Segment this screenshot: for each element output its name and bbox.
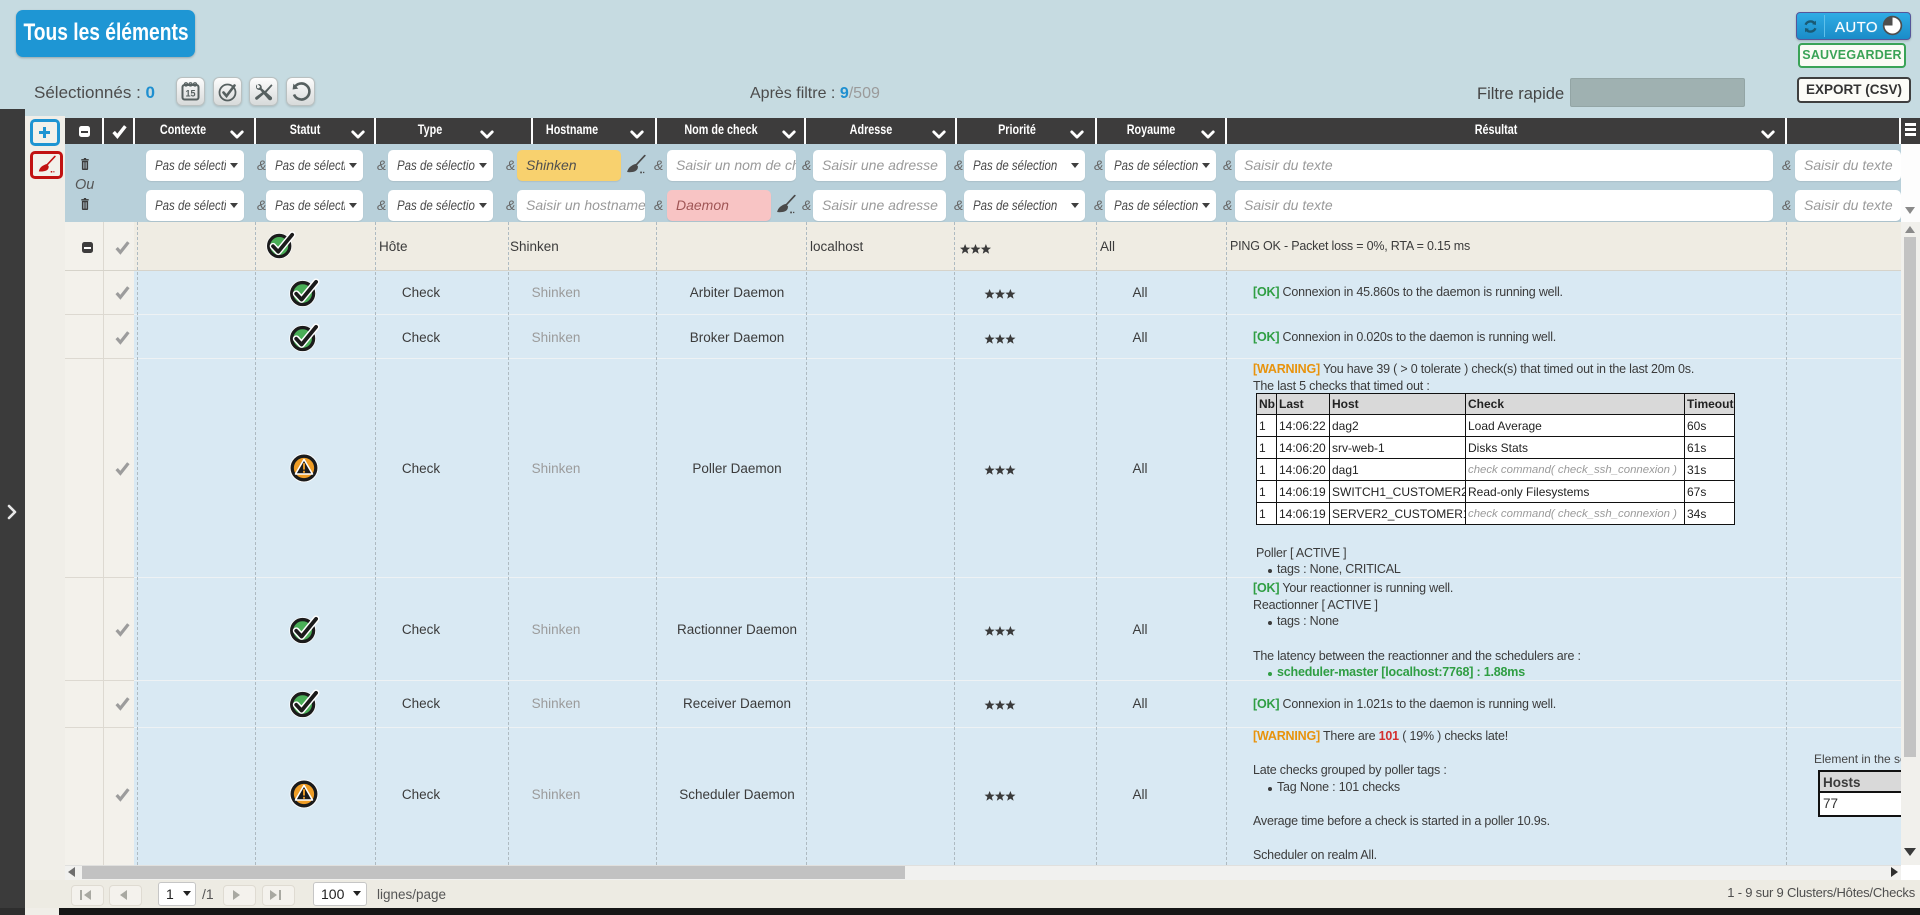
svg-text:15: 15 <box>185 89 195 99</box>
